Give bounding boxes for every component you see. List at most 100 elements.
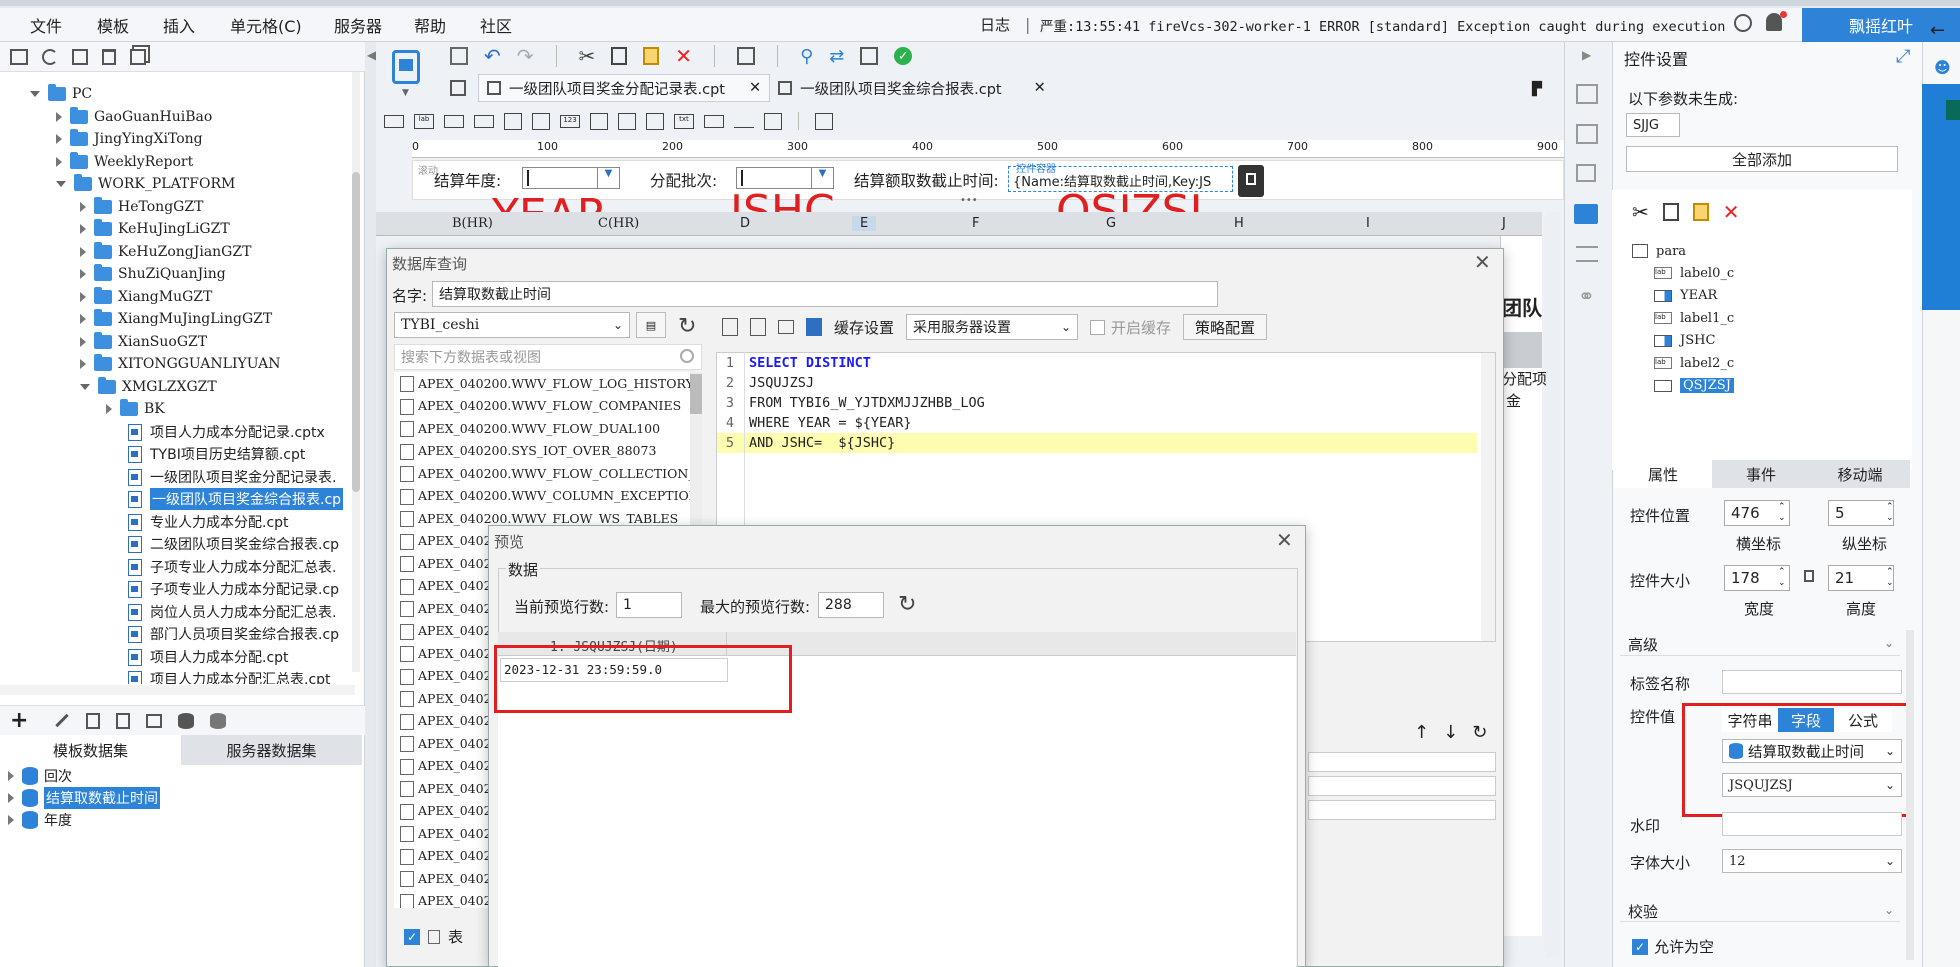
resize-handle-icon[interactable]: •••	[960, 195, 978, 206]
refresh-preview-icon[interactable]: ↻	[898, 592, 916, 617]
filter-icon[interactable]: ⚲	[800, 46, 813, 67]
widget-tree-item[interactable]: lab label2_c	[1654, 352, 1734, 375]
tree-row-folder[interactable]: XiangMuGZT	[80, 286, 212, 308]
tree-row-folder[interactable]: GaoGuanHuiBao	[56, 106, 212, 128]
tree-row-file[interactable]: 子项专业人力成本分配记录.cp	[128, 578, 339, 600]
add-all-button[interactable]: 全部添加	[1626, 146, 1898, 172]
widget-tree-icon[interactable]	[764, 112, 782, 130]
refresh-icon[interactable]: ↻	[678, 314, 696, 339]
widget-tree-item[interactable]: lab label0_c	[1654, 262, 1734, 285]
tab-server-dataset[interactable]: 服务器数据集	[181, 735, 362, 765]
y-position-input[interactable]: 5	[1828, 500, 1894, 526]
widget-label-icon[interactable]: lab	[414, 113, 434, 129]
deadline-label[interactable]: 结算额取数截止时间:	[854, 169, 999, 191]
tab-properties[interactable]: 属性	[1614, 460, 1712, 488]
close-tab-icon[interactable]: ✕	[749, 80, 761, 96]
menu-cell[interactable]: 单元格(C)	[230, 13, 302, 37]
widget-tree-item[interactable]: YEAR	[1654, 285, 1734, 308]
expand-arrow-icon[interactable]	[56, 134, 62, 144]
widget-list-icon[interactable]	[590, 112, 608, 130]
current-rows-input[interactable]: 1	[616, 592, 682, 618]
dataset-item-selected[interactable]: 结算取数截止时间	[8, 787, 160, 809]
clear-icon[interactable]: ✕	[675, 44, 692, 68]
back-arrow-icon[interactable]: ←	[1930, 20, 1945, 41]
undo-icon[interactable]: ↶	[484, 44, 501, 68]
widget-tree-item[interactable]: JSHC	[1654, 330, 1734, 353]
hyperlink-icon[interactable]: ⚭	[1578, 284, 1595, 308]
menu-insert[interactable]: 插入	[163, 13, 195, 37]
height-input[interactable]: 21	[1828, 565, 1894, 591]
cut-icon[interactable]: ✂	[579, 44, 596, 68]
tree-row-file[interactable]: 子项专业人力成本分配汇总表.	[128, 556, 336, 578]
expand-arrow-icon[interactable]	[8, 793, 14, 803]
expand-right-icon[interactable]: ▶	[1582, 48, 1591, 62]
menu-community[interactable]: 社区	[480, 13, 512, 37]
redo-icon[interactable]: ↷	[517, 44, 534, 68]
ungenerated-param[interactable]: SJJG	[1626, 113, 1680, 137]
db-name-input[interactable]: 结算取数截止时间	[432, 281, 1218, 307]
tab-list-icon[interactable]: ▛	[1532, 82, 1542, 97]
tree-row-folder[interactable]: WeeklyReport	[56, 151, 193, 173]
menu-file[interactable]: 文件	[30, 13, 62, 37]
cell-attr-icon[interactable]	[1576, 84, 1598, 104]
widget-grid-icon[interactable]	[532, 112, 550, 130]
spinner-icon[interactable]: ⌃ ⌄	[1886, 567, 1894, 589]
widget-frame-icon[interactable]	[384, 114, 404, 128]
expand-arrow-icon[interactable]	[80, 359, 86, 369]
tree-row-folder[interactable]: HeTongGZT	[80, 196, 203, 218]
tree-row-folder[interactable]: ShuZiQuanJing	[80, 263, 226, 285]
param-row[interactable]	[1308, 752, 1496, 772]
delete-icon[interactable]	[86, 712, 101, 729]
enable-cache-checkbox[interactable]	[1090, 319, 1106, 335]
spinner-icon[interactable]: ⌃ ⌄	[1778, 502, 1786, 524]
tree-row-file-selected[interactable]: 一级团队项目奖金综合报表.cp	[128, 488, 344, 510]
widget-tree-item-selected[interactable]: QSJZSJ	[1654, 375, 1734, 398]
table-item[interactable]: APEX_040200.SYS_IOT_OVER_88073	[394, 440, 702, 463]
preview-sql-icon[interactable]	[722, 318, 738, 336]
dataset-item[interactable]: 回次	[8, 765, 72, 787]
strategy-button[interactable]: 策略配置	[1183, 314, 1268, 340]
tree-row-file[interactable]: 二级团队项目奖金综合报表.cp	[128, 533, 339, 555]
new-folder-icon[interactable]	[10, 48, 28, 65]
chevron-down-icon[interactable]: ⌄	[1884, 903, 1894, 917]
dataset-item[interactable]: 年度	[8, 809, 72, 831]
save-icon[interactable]	[450, 47, 468, 65]
param-row[interactable]	[1308, 776, 1496, 796]
year-combo[interactable]: ▼	[522, 167, 620, 189]
settings-icon[interactable]	[72, 48, 88, 65]
cut-icon[interactable]: ✂	[1632, 200, 1649, 224]
tree-row-folder[interactable]: BK	[106, 398, 165, 420]
doc-tab-active[interactable]: 一级团队项目奖金分配记录表.cpt ✕	[478, 74, 771, 102]
panel-collapse-left[interactable]: ◀	[367, 48, 376, 62]
tree-row-file[interactable]: 项目人力成本分配.cpt	[128, 646, 289, 668]
spinner-icon[interactable]: ⌃ ⌄	[1886, 502, 1894, 524]
cell-element-icon[interactable]	[1576, 124, 1598, 144]
table-item[interactable]: APEX_040200.WWV_COLUMN_EXCEPTIONS	[394, 485, 702, 508]
expand-arrow-icon[interactable]	[80, 314, 86, 324]
table-item[interactable]: APEX_040200.WWV_FLOW_DUAL100	[394, 417, 702, 440]
validate-section-header[interactable]	[1620, 898, 1900, 922]
tag-name-input[interactable]	[1722, 670, 1902, 694]
expand-arrow-icon[interactable]	[80, 269, 86, 279]
save-sql-icon[interactable]	[750, 318, 766, 336]
table-item[interactable]: APEX_040200.WWV_FLOW_COLLECTION_MEMBE	[394, 462, 702, 485]
database-add-icon[interactable]	[210, 712, 227, 729]
tree-row-file[interactable]: TYBI项目历史结算额.cpt	[128, 443, 305, 465]
connection-select[interactable]: TYBI_ceshi ⌄	[394, 312, 630, 338]
refresh-icon[interactable]	[42, 48, 58, 65]
tree-row-file[interactable]: 部门人员项目奖金综合报表.cp	[128, 623, 339, 645]
move-up-icon[interactable]: ↑	[1414, 722, 1429, 743]
copy-icon[interactable]	[130, 48, 146, 65]
condition-icon[interactable]	[1576, 246, 1598, 262]
tree-hscrollbar[interactable]	[0, 685, 355, 695]
log-message[interactable]: 严重:13:55:41 fireVcs-302-worker-1 ERROR […	[1040, 15, 1732, 35]
db-dialog-close-icon[interactable]: ✕	[1474, 250, 1491, 274]
cache-icon[interactable]	[806, 318, 822, 336]
expand-arrow-icon[interactable]	[80, 247, 86, 257]
table-item[interactable]: APEX_040200.WWV_FLOW_COMPANIES	[394, 395, 702, 418]
widget-combo-icon[interactable]	[474, 114, 494, 128]
expand-arrow-icon[interactable]	[8, 815, 14, 825]
widget-number-icon[interactable]: 123	[560, 114, 580, 128]
preview-icon[interactable]	[116, 712, 131, 729]
aspect-lock-icon[interactable]	[1804, 570, 1814, 582]
